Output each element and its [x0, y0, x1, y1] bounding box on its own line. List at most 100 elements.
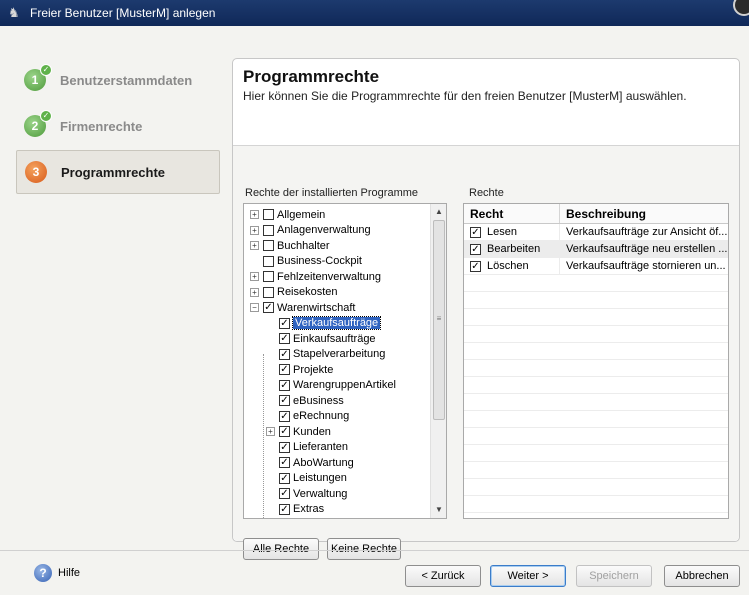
- tree-checkbox[interactable]: ✓: [279, 379, 290, 391]
- expand-icon[interactable]: +: [250, 287, 259, 297]
- expand-icon[interactable]: +: [250, 241, 259, 251]
- tree-item[interactable]: + ✓ Kunden: [266, 424, 331, 440]
- tree-item[interactable]: ✓ Projekte: [266, 362, 333, 378]
- table-row[interactable]: ✓ Löschen Verkaufsaufträge stornieren un..…: [464, 257, 728, 275]
- tree-checkbox[interactable]: ✓: [279, 503, 290, 515]
- tree-checkbox[interactable]: [263, 286, 274, 298]
- empty-row: [464, 394, 728, 411]
- expand-icon[interactable]: +: [250, 272, 259, 282]
- empty-row: [464, 377, 728, 394]
- collapse-icon[interactable]: −: [250, 303, 259, 313]
- tree-checkbox[interactable]: ✓: [263, 302, 274, 314]
- table-row[interactable]: ✓ Bearbeiten Verkaufsaufträge neu erstelle…: [464, 240, 728, 258]
- tree-item[interactable]: ✓ Lieferanten: [266, 440, 348, 456]
- tree-checkbox[interactable]: [263, 255, 274, 267]
- tree-checkbox[interactable]: ✓: [279, 441, 290, 453]
- tree-checkbox[interactable]: ✓: [279, 364, 290, 376]
- tree-item-label: Business-Cockpit: [277, 255, 362, 268]
- tree-scrollbar[interactable]: ▲ ≡ ▼: [430, 204, 446, 518]
- tree-item[interactable]: + Fehlzeitenverwaltung: [250, 269, 381, 285]
- tree-connector: [266, 474, 275, 483]
- tree-checkbox[interactable]: ✓: [279, 317, 290, 329]
- tree-checkbox[interactable]: ✓: [279, 457, 290, 469]
- help-label: Hilfe: [58, 567, 81, 579]
- recht-checkbox[interactable]: ✓: [470, 226, 481, 238]
- tree-checkbox[interactable]: ✓: [279, 488, 290, 500]
- tree-checkbox[interactable]: [263, 224, 274, 236]
- tree-item-label: Fehlzeitenverwaltung: [277, 270, 381, 283]
- tree-item-label: Allgemein: [277, 208, 326, 221]
- help-link[interactable]: ? Hilfe: [34, 564, 80, 582]
- tree-item-label: Projekte: [293, 363, 334, 376]
- expand-icon[interactable]: +: [266, 427, 275, 437]
- next-button[interactable]: Weiter >: [490, 565, 566, 587]
- scroll-up-icon[interactable]: ▲: [431, 204, 446, 220]
- empty-row: [464, 479, 728, 496]
- tree-item-label: Extras: [293, 503, 325, 516]
- tree-item-label: WarengruppenArtikel: [293, 379, 396, 392]
- recht-checkbox[interactable]: ✓: [470, 243, 481, 255]
- tree-item[interactable]: ✓ eRechnung: [266, 409, 349, 425]
- tree-connector: [266, 381, 275, 390]
- tree-item[interactable]: ✓ WarengruppenArtikel: [266, 378, 396, 394]
- cancel-button[interactable]: Abbrechen: [664, 565, 740, 587]
- tree-checkbox[interactable]: ✓: [279, 395, 290, 407]
- tree-checkbox[interactable]: ✓: [279, 426, 290, 438]
- empty-row: [464, 343, 728, 360]
- tree-checkbox[interactable]: [263, 209, 274, 221]
- step-benutzerstammdaten[interactable]: 1 ✓ Benutzerstammdaten: [16, 58, 220, 102]
- col-header-recht[interactable]: Recht: [464, 204, 560, 223]
- empty-row: [464, 428, 728, 445]
- tree-item[interactable]: − ✓ Warenwirtschaft: [250, 300, 355, 316]
- expand-icon[interactable]: +: [250, 225, 259, 235]
- tree-item[interactable]: + Allgemein: [250, 207, 325, 223]
- expand-icon[interactable]: +: [250, 210, 259, 220]
- step-firmenrechte[interactable]: 2 ✓ Firmenrechte: [16, 104, 220, 148]
- tree-connector: [266, 412, 275, 421]
- rights-table[interactable]: Recht Beschreibung ✓ Lesen Verkaufsaufträg…: [463, 203, 729, 519]
- check-icon: ✓: [40, 110, 52, 122]
- recht-checkbox[interactable]: ✓: [470, 260, 481, 272]
- program-rights-tree[interactable]: + Allgemein + Anlagenverwaltung + Buchhalter B…: [243, 203, 447, 519]
- tree-connector: [266, 443, 275, 452]
- tree-item[interactable]: ✓ Leistungen: [266, 471, 347, 487]
- table-row[interactable]: ✓ Lesen Verkaufsaufträge zur Ansicht öf...: [464, 223, 728, 241]
- scroll-down-icon[interactable]: ▼: [431, 502, 446, 518]
- tree-item[interactable]: ✓ Extras: [266, 502, 324, 518]
- tree-item[interactable]: ✓ eBusiness: [266, 393, 344, 409]
- tree-checkbox[interactable]: ✓: [279, 472, 290, 484]
- col-header-beschreibung[interactable]: Beschreibung: [560, 204, 646, 223]
- recht-cell: ✓ Lesen: [464, 223, 560, 241]
- tree-item[interactable]: + Reisekosten: [250, 285, 338, 301]
- tree-checkbox[interactable]: ✓: [279, 410, 290, 422]
- tree-checkbox[interactable]: [263, 240, 274, 252]
- step-label: Programmrechte: [61, 164, 166, 180]
- tree-item[interactable]: Business-Cockpit: [250, 254, 362, 270]
- tree-checkbox[interactable]: ✓: [279, 333, 290, 345]
- tree-connector: [266, 319, 275, 328]
- title-bar: ♞ Freier Benutzer [MusterM] anlegen: [0, 0, 749, 26]
- keine-rechte-button[interactable]: Keine Rechte: [327, 538, 401, 560]
- scroll-thumb[interactable]: ≡: [433, 220, 445, 420]
- tree-item-label: Anlagenverwaltung: [277, 224, 371, 237]
- tree-item[interactable]: ✓ Verkaufsaufträge: [266, 316, 382, 332]
- tree-item[interactable]: ✓ Verwaltung: [266, 486, 347, 502]
- tree-item[interactable]: ✓ Einkaufsaufträge: [266, 331, 376, 347]
- close-icon[interactable]: [733, 0, 749, 16]
- tree-item[interactable]: ✓ Stapelverarbeitung: [266, 347, 385, 363]
- footer-divider: [0, 550, 749, 551]
- alle-rechte-button[interactable]: Alle Rechte: [243, 538, 319, 560]
- recht-cell: ✓ Bearbeiten: [464, 240, 560, 258]
- tree-item-label: Warenwirtschaft: [277, 301, 356, 314]
- tree-item[interactable]: ✓ AboWartung: [266, 455, 354, 471]
- back-button[interactable]: < Zurück: [405, 565, 481, 587]
- step-number-badge: 3: [25, 161, 47, 183]
- recht-cell: ✓ Löschen: [464, 257, 560, 275]
- recht-label: Bearbeiten: [487, 243, 541, 255]
- tree-item[interactable]: + Anlagenverwaltung: [250, 223, 371, 239]
- tree-item-label: eBusiness: [293, 394, 344, 407]
- step-programmrechte[interactable]: 3 Programmrechte: [16, 150, 220, 194]
- tree-checkbox[interactable]: ✓: [279, 348, 290, 360]
- tree-item[interactable]: + Buchhalter: [250, 238, 330, 254]
- tree-checkbox[interactable]: [263, 271, 274, 283]
